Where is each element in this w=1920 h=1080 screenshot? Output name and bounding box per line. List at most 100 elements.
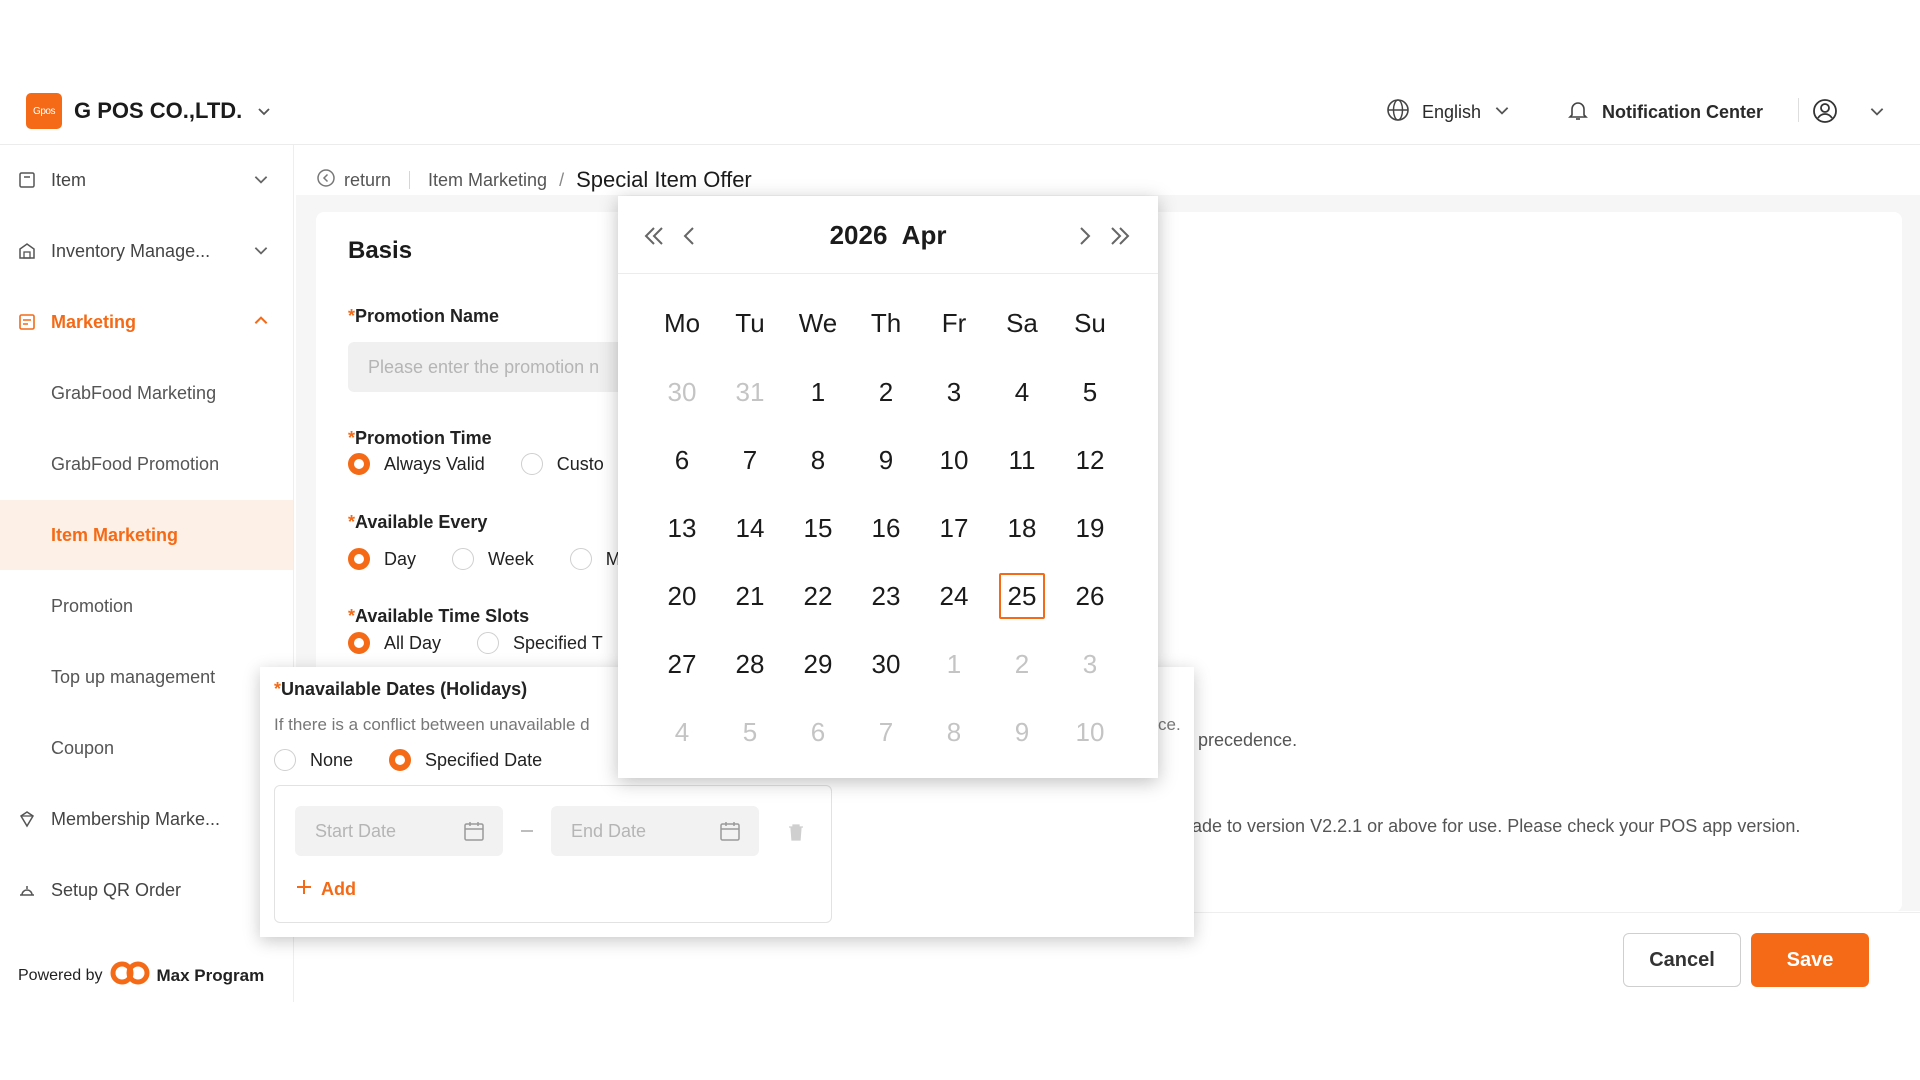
promotion-name-input[interactable]: Please enter the promotion n bbox=[348, 342, 648, 392]
radio-checked-icon bbox=[348, 548, 370, 570]
date-range-dash bbox=[521, 830, 533, 832]
calendar-day[interactable]: 17 bbox=[931, 505, 977, 551]
calendar-day[interactable]: 7 bbox=[863, 709, 909, 755]
end-date-input[interactable]: End Date bbox=[551, 806, 759, 856]
calendar-day[interactable]: 3 bbox=[931, 369, 977, 415]
calendar-day[interactable]: 8 bbox=[931, 709, 977, 755]
calendar-icon bbox=[719, 820, 741, 842]
sidebar-item-inventory[interactable]: Inventory Manage... bbox=[0, 216, 293, 286]
conflict-note-tail: ce. bbox=[1158, 715, 1181, 734]
calendar-day[interactable]: 27 bbox=[659, 641, 705, 687]
chevron-down-icon bbox=[1493, 101, 1511, 124]
qr-order-icon bbox=[18, 881, 36, 899]
calendar-day[interactable]: 2 bbox=[863, 369, 909, 415]
calendar-day-selected[interactable]: 25 bbox=[999, 573, 1045, 619]
calendar-day[interactable]: 18 bbox=[999, 505, 1045, 551]
calendar-day[interactable]: 13 bbox=[659, 505, 705, 551]
save-button[interactable]: Save bbox=[1751, 933, 1869, 987]
calendar-day[interactable]: 6 bbox=[795, 709, 841, 755]
calendar-day[interactable]: 23 bbox=[863, 573, 909, 619]
cancel-button[interactable]: Cancel bbox=[1623, 933, 1741, 987]
sidebar-item-marketing[interactable]: Marketing bbox=[0, 287, 293, 357]
radio-month[interactable]: M bbox=[569, 548, 621, 570]
calendar-day[interactable]: 1 bbox=[795, 369, 841, 415]
calendar-day[interactable]: 7 bbox=[727, 437, 773, 483]
max-program-logo-icon bbox=[109, 960, 151, 991]
radio-unchecked-icon bbox=[477, 632, 500, 654]
calendar-day[interactable]: 9 bbox=[863, 437, 909, 483]
radio-specified-time[interactable]: Specified T bbox=[477, 632, 603, 654]
calendar-day[interactable]: 9 bbox=[999, 709, 1045, 755]
calendar-day[interactable]: 30 bbox=[659, 369, 705, 415]
radio-all-day[interactable]: All Day bbox=[348, 632, 441, 654]
start-date-input[interactable]: Start Date bbox=[295, 806, 503, 856]
add-label: Add bbox=[321, 879, 356, 899]
start-date-placeholder: Start Date bbox=[315, 820, 397, 841]
notification-center[interactable]: Notification Center bbox=[1566, 98, 1763, 127]
sidebar: Item Inventory Manage... Marketing GrabF… bbox=[0, 145, 294, 1002]
sidebar-item-item-marketing[interactable]: Item Marketing bbox=[0, 500, 293, 570]
calendar-day[interactable]: 11 bbox=[999, 437, 1045, 483]
sidebar-item-label: Item Marketing bbox=[51, 524, 179, 545]
promotion-time-label: *Promotion Time bbox=[348, 428, 492, 448]
radio-day[interactable]: Day bbox=[348, 548, 416, 570]
calendar-day[interactable]: 4 bbox=[659, 709, 705, 755]
calendar-day[interactable]: 15 bbox=[795, 505, 841, 551]
breadcrumb-parent[interactable]: Item Marketing bbox=[428, 170, 547, 191]
promotion-name-label: *Promotion Name bbox=[348, 306, 500, 326]
sidebar-item-coupon[interactable]: Coupon bbox=[0, 713, 293, 783]
sidebar-item-label: Inventory Manage... bbox=[51, 240, 211, 261]
calendar-day[interactable]: 31 bbox=[727, 369, 773, 415]
radio-specified-date[interactable]: Specified Date bbox=[389, 749, 542, 771]
sidebar-item-promotion[interactable]: Promotion bbox=[0, 571, 293, 641]
calendar-day[interactable]: 20 bbox=[659, 573, 705, 619]
language-selector[interactable]: English bbox=[1386, 98, 1511, 127]
radio-always-valid[interactable]: Always Valid bbox=[348, 453, 485, 475]
chevron-down-icon bbox=[252, 241, 272, 261]
calendar-day[interactable]: 26 bbox=[1067, 573, 1113, 619]
radio-custom[interactable]: Custo bbox=[520, 453, 604, 475]
calendar-day[interactable]: 30 bbox=[863, 641, 909, 687]
calendar-day[interactable]: 24 bbox=[931, 573, 977, 619]
calendar-day[interactable]: 5 bbox=[1067, 369, 1113, 415]
calendar-day[interactable]: 10 bbox=[931, 437, 977, 483]
calendar-day[interactable]: 6 bbox=[659, 437, 705, 483]
calendar-day[interactable]: 28 bbox=[727, 641, 773, 687]
conflict-note: If there is a conflict between unavailab… bbox=[274, 715, 590, 734]
calendar-day[interactable]: 16 bbox=[863, 505, 909, 551]
calendar-day[interactable]: 1 bbox=[931, 641, 977, 687]
sidebar-item-membership[interactable]: Membership Marke... bbox=[0, 784, 293, 854]
calendar-day[interactable]: 2 bbox=[999, 641, 1045, 687]
radio-week[interactable]: Week bbox=[452, 548, 534, 570]
calendar-day[interactable]: 10 bbox=[1067, 709, 1113, 755]
user-menu[interactable] bbox=[1812, 98, 1886, 129]
calendar-day[interactable]: 14 bbox=[727, 505, 773, 551]
chevron-up-icon bbox=[252, 312, 272, 332]
sidebar-item-grabfood-promotion[interactable]: GrabFood Promotion bbox=[0, 429, 293, 499]
trash-icon[interactable] bbox=[787, 822, 805, 842]
next-year-icon[interactable] bbox=[1106, 222, 1134, 250]
sidebar-item-qr-order[interactable]: Setup QR Order bbox=[0, 855, 293, 925]
sidebar-item-item[interactable]: Item bbox=[0, 145, 293, 215]
calendar-day[interactable]: 4 bbox=[999, 369, 1045, 415]
sidebar-item-top-up[interactable]: Top up management bbox=[0, 642, 293, 712]
breadcrumb-current: Special Item Offer bbox=[576, 167, 752, 192]
notification-label: Notification Center bbox=[1602, 102, 1764, 122]
sidebar-item-label: Setup QR Order bbox=[51, 879, 182, 900]
calendar-day[interactable]: 21 bbox=[727, 573, 773, 619]
sidebar-item-grabfood-marketing[interactable]: GrabFood Marketing bbox=[0, 358, 293, 428]
plus-icon bbox=[295, 878, 313, 901]
calendar-day[interactable]: 12 bbox=[1067, 437, 1113, 483]
return-link[interactable]: return bbox=[316, 168, 391, 193]
calendar-day[interactable]: 5 bbox=[727, 709, 773, 755]
next-month-icon[interactable] bbox=[1070, 222, 1098, 250]
calendar-day[interactable]: 22 bbox=[795, 573, 841, 619]
company-switcher[interactable]: Gpos G POS CO.,LTD. bbox=[26, 93, 274, 129]
calendar-day[interactable]: 29 bbox=[795, 641, 841, 687]
marketing-icon bbox=[18, 313, 36, 331]
radio-none[interactable]: None bbox=[274, 749, 353, 771]
calendar-day[interactable]: 8 bbox=[795, 437, 841, 483]
add-date-button[interactable]: Add bbox=[295, 878, 356, 901]
calendar-day[interactable]: 19 bbox=[1067, 505, 1113, 551]
calendar-day[interactable]: 3 bbox=[1067, 641, 1113, 687]
